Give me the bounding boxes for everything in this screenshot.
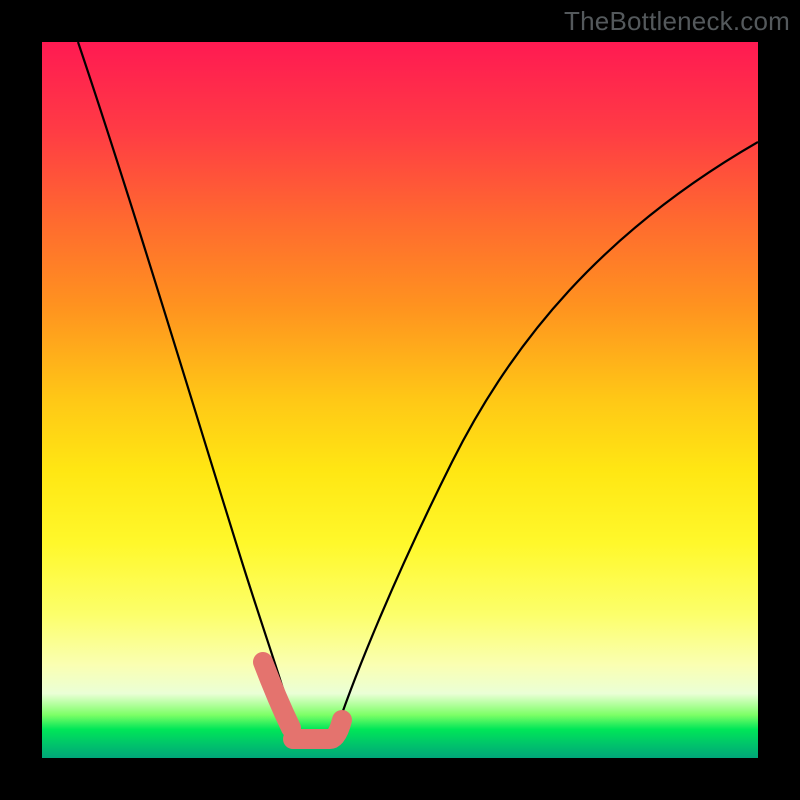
pink-markers-left xyxy=(263,662,291,728)
left-curve xyxy=(78,42,298,737)
pink-valley xyxy=(293,720,342,739)
watermark-text: TheBottleneck.com xyxy=(564,6,790,37)
right-curve xyxy=(334,142,758,737)
chart-frame: TheBottleneck.com xyxy=(0,0,800,800)
chart-svg xyxy=(42,42,758,758)
plot-area xyxy=(42,42,758,758)
